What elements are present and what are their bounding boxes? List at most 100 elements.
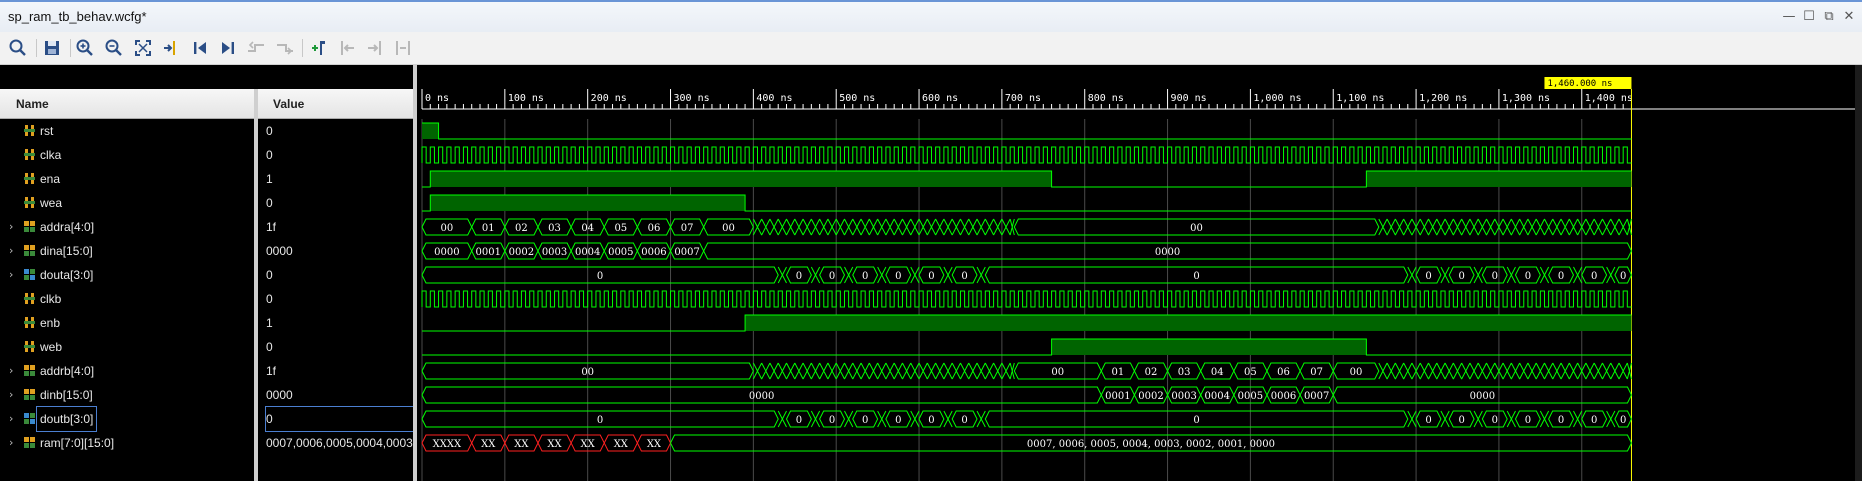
search-button[interactable] [7,37,29,59]
expand-chevron-icon[interactable]: › [9,239,13,263]
swap-cursors-button[interactable] [392,37,414,59]
bus-value-label: 0 [1492,271,1498,282]
bus-transition-burst [1606,410,1616,428]
next-transition-button[interactable] [274,37,296,59]
timeline-tick-label: 0 ns [425,93,449,104]
bus-value-label: 00 [1190,223,1203,234]
minimize-button[interactable]: — [1780,8,1798,26]
signal-row[interactable]: ena 1 [0,167,413,191]
zoom-in-button[interactable] [74,37,96,59]
signal-name[interactable]: dinb[15:0] [40,383,93,407]
timeline-tick-label: 1,400 ns [1585,93,1633,104]
previous-transition-button[interactable] [245,37,267,59]
signal-list-header: Name Value [0,89,417,119]
bus-value-label: XX [514,439,529,450]
expand-chevron-icon[interactable]: › [9,407,13,431]
bus-value-label: 0003 [542,247,567,258]
signal-name[interactable]: clka [40,143,61,167]
signal-name[interactable]: wea [40,191,62,215]
signal-row[interactable]: › addra[4:0] 1f [0,215,413,239]
signal-row[interactable]: wea 0 [0,191,413,215]
signal-name[interactable]: ram[7:0][15:0] [40,431,114,455]
bus-value-label: 07 [681,223,694,234]
bus-transition-burst [976,410,986,428]
signal-name[interactable]: clkb [40,287,61,311]
cursor-time-label: 1,460.000 ns [1547,79,1612,89]
signal-bus-out-icon [23,412,36,425]
signal-name[interactable]: enb [40,311,60,335]
bit-trace [422,122,1632,140]
bus-value-label: 05 [1244,367,1257,378]
signal-name[interactable]: addrb[4:0] [40,359,94,383]
signal-name[interactable]: douta[3:0] [40,263,93,287]
signal-row[interactable]: rst 0 [0,119,413,143]
zoom-fit-button[interactable] [132,37,154,59]
bus-transition-burst [1440,410,1450,428]
signal-value: 1f [266,364,277,378]
bus-value-label: 0001 [1105,391,1130,402]
signal-value: 0 [266,292,273,306]
toolbar-separator [70,39,71,57]
signal-row[interactable]: web 0 [0,335,413,359]
zoom-out-button[interactable] [103,37,125,59]
add-marker-button[interactable] [306,37,328,59]
zoom-fit-icon [135,40,151,56]
expand-chevron-icon[interactable]: › [9,359,13,383]
expand-chevron-icon[interactable]: › [9,215,13,239]
signal-row[interactable]: clkb 0 [0,287,413,311]
expand-chevron-icon[interactable]: › [9,383,13,407]
restore-button[interactable]: ⧉ [1820,8,1838,26]
signal-name[interactable]: addra[4:0] [40,215,94,239]
signal-value: 0 [266,196,273,210]
next-marker-button[interactable] [364,37,386,59]
bus-value-label: 0005 [1238,391,1263,402]
bus-value-label: 0 [961,271,967,282]
signal-row[interactable]: clka 0 [0,143,413,167]
signal-name[interactable]: web [40,335,62,359]
maximize-button[interactable]: ☐ [1800,8,1818,26]
vertical-scrollbar[interactable] [1855,65,1862,481]
bus-transition-burst [943,410,953,428]
signal-row[interactable]: › dinb[15:0] 0000 [0,383,413,407]
bus-value-label: 01 [482,223,495,234]
expand-chevron-icon[interactable]: › [9,263,13,287]
bus-value-label: 00 [440,223,453,234]
goto-end-icon [222,42,234,54]
bus-transition-burst [1473,410,1483,428]
previous-marker-button[interactable] [336,37,358,59]
signal-name[interactable]: rst [40,119,53,143]
bus-transition-burst [1407,266,1417,284]
close-button[interactable]: ✕ [1840,8,1858,26]
waveform-canvas[interactable]: 0 ns 100 ns 200 ns 300 ns 400 ns 500 ns 600 ns… [417,65,1862,481]
bus-value-label: 0 [961,415,967,426]
signal-high-fill [422,123,439,139]
bus-transition-burst [777,266,787,284]
bus-value-label: 0002 [509,247,534,258]
bus-value-label: 02 [1145,367,1158,378]
bus-transition-burst [910,266,920,284]
bus-value-label: 0 [1525,271,1531,282]
signal-row[interactable]: › douta[3:0] 0 [0,263,413,287]
signal-row[interactable]: › doutb[3:0] 0 [0,406,414,432]
window-title-bar: sp_ram_tb_behav.wcfg* — ☐ ⧉ ✕ [0,0,1862,32]
signal-name[interactable]: ena [40,167,60,191]
name-column-header[interactable]: Name [16,89,49,119]
value-column-header[interactable]: Value [273,89,304,119]
clock-trace [421,290,1632,308]
signal-name[interactable]: doutb[3:0] [35,406,98,432]
clock-trace [421,146,1632,164]
save-button[interactable] [41,37,63,59]
waveform-viewer[interactable]: 0 ns 100 ns 200 ns 300 ns 400 ns 500 ns 600 ns… [417,65,1862,481]
signal-name[interactable]: dina[15:0] [40,239,93,263]
signal-high-fill [430,171,1052,187]
signal-row[interactable]: enb 1 [0,311,413,335]
goto-end-button[interactable] [217,37,239,59]
bus-transition-burst [877,410,887,428]
signal-row[interactable]: › dina[15:0] 0000 [0,239,413,263]
goto-start-button[interactable] [189,37,211,59]
goto-cursor-button[interactable] [160,37,182,59]
signal-row[interactable]: › ram[7:0][15:0] 0007,0006,0005,0004,0003 [0,431,413,455]
bus-transition-burst [752,218,1015,236]
expand-chevron-icon[interactable]: › [9,431,13,455]
signal-row[interactable]: › addrb[4:0] 1f [0,359,413,383]
